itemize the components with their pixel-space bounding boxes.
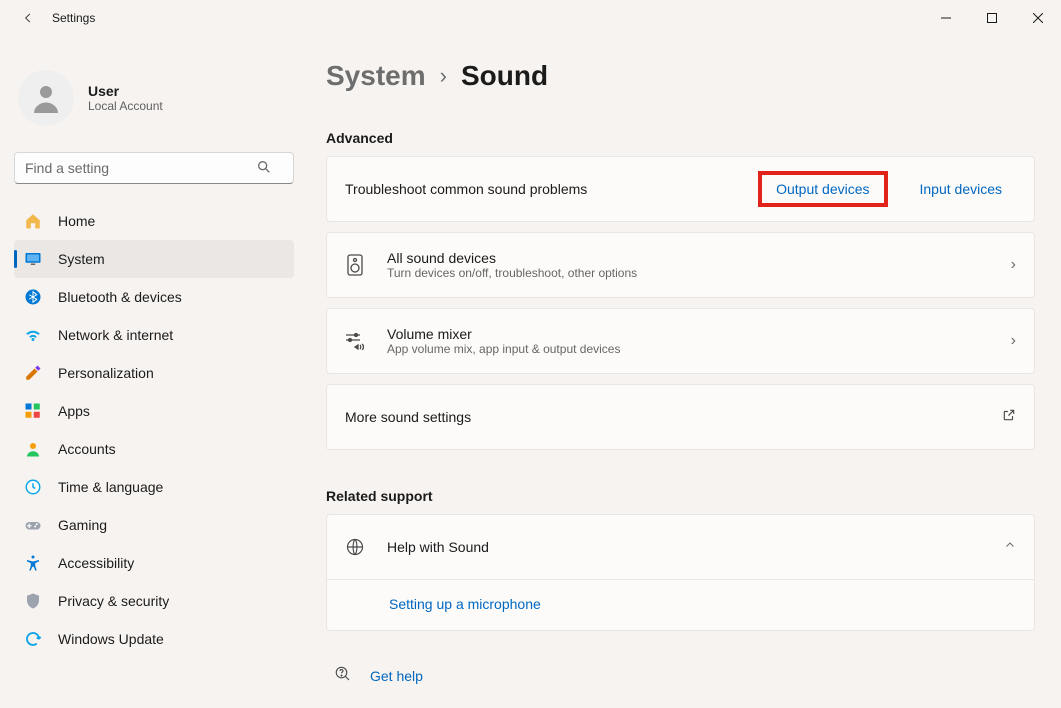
search-input[interactable] <box>14 152 294 184</box>
nav-privacy[interactable]: Privacy & security <box>14 582 294 620</box>
titlebar: Settings <box>0 0 1061 36</box>
nav-accessibility[interactable]: Accessibility <box>14 544 294 582</box>
card-title: Help with Sound <box>387 539 1004 555</box>
external-link-icon <box>1002 408 1016 427</box>
input-devices-link[interactable]: Input devices <box>906 175 1017 203</box>
volume-mixer-card[interactable]: Volume mixer App volume mix, app input &… <box>326 308 1035 374</box>
update-icon <box>24 630 42 648</box>
section-related: Related support <box>326 488 1035 504</box>
nav-home[interactable]: Home <box>14 202 294 240</box>
nav-label: Windows Update <box>58 631 164 647</box>
nav-label: System <box>58 251 105 267</box>
accessibility-icon <box>24 554 42 572</box>
output-devices-link[interactable]: Output devices <box>758 171 887 207</box>
window-title: Settings <box>52 11 95 25</box>
bluetooth-icon <box>24 288 42 306</box>
nav-personalization[interactable]: Personalization <box>14 354 294 392</box>
nav-label: Bluetooth & devices <box>58 289 182 305</box>
globe-icon <box>345 537 365 557</box>
sidebar: User Local Account Home System Bluetooth… <box>0 36 300 708</box>
page-title: Sound <box>461 60 548 92</box>
troubleshoot-title: Troubleshoot common sound problems <box>345 181 758 197</box>
nav-bluetooth[interactable]: Bluetooth & devices <box>14 278 294 316</box>
nav-label: Network & internet <box>58 327 173 343</box>
user-account-type: Local Account <box>88 99 163 113</box>
card-subtitle: App volume mix, app input & output devic… <box>387 342 1011 356</box>
breadcrumb-parent[interactable]: System <box>326 60 426 92</box>
nav-system[interactable]: System <box>14 240 294 278</box>
help-with-sound-card: Help with Sound Setting up a microphone <box>326 514 1035 631</box>
nav-gaming[interactable]: Gaming <box>14 506 294 544</box>
nav-list: Home System Bluetooth & devices Network … <box>14 202 294 658</box>
privacy-icon <box>24 592 42 610</box>
card-subtitle: Turn devices on/off, troubleshoot, other… <box>387 266 1011 280</box>
all-sound-devices-card[interactable]: All sound devices Turn devices on/off, t… <box>326 232 1035 298</box>
network-icon <box>24 326 42 344</box>
chevron-right-icon: › <box>1011 332 1016 350</box>
troubleshoot-card: Troubleshoot common sound problems Outpu… <box>326 156 1035 222</box>
section-advanced: Advanced <box>326 130 1035 146</box>
nav-label: Personalization <box>58 365 154 381</box>
maximize-button[interactable] <box>969 0 1015 36</box>
speaker-icon <box>345 254 365 276</box>
nav-network[interactable]: Network & internet <box>14 316 294 354</box>
help-sublink-row: Setting up a microphone <box>327 579 1034 630</box>
back-button[interactable] <box>14 4 42 32</box>
card-title: All sound devices <box>387 250 1011 266</box>
nav-label: Accounts <box>58 441 116 457</box>
system-icon <box>24 250 42 268</box>
personalization-icon <box>24 364 42 382</box>
get-help-row[interactable]: Get help <box>326 653 1035 698</box>
card-title: More sound settings <box>345 409 1002 425</box>
nav-label: Time & language <box>58 479 163 495</box>
content-area: System › Sound Advanced Troubleshoot com… <box>300 36 1061 708</box>
breadcrumb: System › Sound <box>326 60 1035 92</box>
avatar <box>18 70 74 126</box>
chevron-up-icon <box>1004 538 1016 556</box>
nav-label: Accessibility <box>58 555 134 571</box>
minimize-button[interactable] <box>923 0 969 36</box>
nav-label: Gaming <box>58 517 107 533</box>
setup-microphone-link[interactable]: Setting up a microphone <box>389 596 541 612</box>
close-button[interactable] <box>1015 0 1061 36</box>
help-with-sound-header[interactable]: Help with Sound <box>327 515 1034 579</box>
apps-icon <box>24 402 42 420</box>
chevron-right-icon: › <box>440 63 447 89</box>
search-icon <box>256 159 272 175</box>
more-sound-settings-card[interactable]: More sound settings <box>326 384 1035 450</box>
accounts-icon <box>24 440 42 458</box>
gaming-icon <box>24 516 42 534</box>
home-icon <box>24 212 42 230</box>
nav-label: Apps <box>58 403 90 419</box>
nav-accounts[interactable]: Accounts <box>14 430 294 468</box>
get-help-icon <box>334 665 352 686</box>
chevron-right-icon: › <box>1011 256 1016 274</box>
nav-label: Privacy & security <box>58 593 169 609</box>
get-help-link[interactable]: Get help <box>370 668 423 684</box>
user-account-row[interactable]: User Local Account <box>14 44 294 142</box>
mixer-icon <box>345 332 365 350</box>
time-icon <box>24 478 42 496</box>
nav-update[interactable]: Windows Update <box>14 620 294 658</box>
nav-apps[interactable]: Apps <box>14 392 294 430</box>
card-title: Volume mixer <box>387 326 1011 342</box>
user-name: User <box>88 83 163 99</box>
nav-label: Home <box>58 213 95 229</box>
nav-time[interactable]: Time & language <box>14 468 294 506</box>
